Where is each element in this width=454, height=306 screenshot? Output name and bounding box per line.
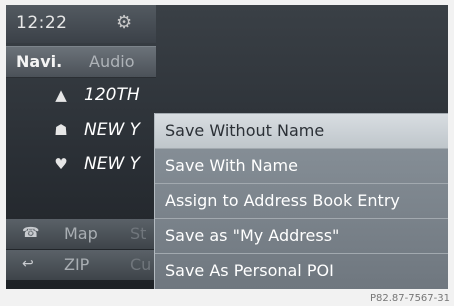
menu-item-label: Assign to Address Book Entry	[165, 191, 400, 210]
map-label: Map	[64, 224, 98, 243]
heart-icon: ♥	[54, 155, 68, 173]
destination-label: NEW Y	[84, 120, 141, 140]
tab-audio[interactable]: Audio	[89, 52, 134, 71]
menu-item-save-with-name[interactable]: Save With Name	[155, 148, 448, 183]
destination-item[interactable]: ♥ NEW Y	[6, 149, 156, 179]
phone-icon: ☎	[22, 225, 40, 241]
gear-icon[interactable]: ⚙	[116, 12, 132, 33]
bottom-nav-label-truncated: St	[130, 224, 147, 243]
menu-item-save-my-address[interactable]: Save as "My Address"	[155, 218, 448, 253]
menu-item-label: Save With Name	[165, 156, 298, 175]
menu-item-assign-address-book[interactable]: Assign to Address Book Entry	[155, 183, 448, 218]
save-options-menu: Save Without Name Save With Name Assign …	[154, 113, 448, 289]
menu-item-label: Save Without Name	[165, 121, 325, 140]
back-icon: ↩	[22, 256, 34, 272]
head-unit-screen: 12:22 ⚙ Navi. Audio ▲ 120TH ☗ NEW Y ♥ NE…	[6, 5, 448, 289]
flag-icon: ▲	[55, 86, 67, 104]
main-tabs: Navi. Audio	[6, 46, 156, 78]
destination-item[interactable]: ☗ NEW Y	[6, 115, 156, 145]
bottom-nav-map[interactable]: ☎ Map St	[6, 219, 156, 249]
menu-item-save-without-name[interactable]: Save Without Name	[155, 113, 448, 148]
menu-item-save-personal-poi[interactable]: Save As Personal POI	[155, 253, 448, 288]
clock: 12:22	[16, 13, 68, 33]
people-icon: ☗	[54, 121, 68, 139]
status-bar: 12:22 ⚙	[6, 5, 156, 43]
destination-label: 120TH	[84, 85, 140, 105]
figure-reference: P82.87-7567-31	[369, 293, 450, 304]
menu-item-label: Save As Personal POI	[165, 261, 334, 280]
destination-label: NEW Y	[84, 154, 141, 174]
bottom-nav-label-truncated: Cu	[130, 255, 152, 274]
zip-label: ZIP	[64, 255, 90, 274]
menu-item-label: Save as "My Address"	[165, 226, 340, 245]
tab-navi[interactable]: Navi.	[16, 52, 62, 71]
destination-item[interactable]: ▲ 120TH	[6, 80, 156, 110]
bottom-nav-back[interactable]: ↩ ZIP Cu	[6, 250, 156, 280]
